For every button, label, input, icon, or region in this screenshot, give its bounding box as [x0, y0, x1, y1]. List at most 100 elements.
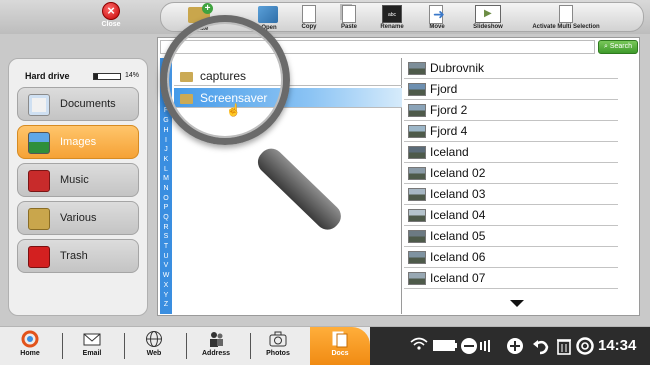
- hand-cursor-icon: ☝: [226, 103, 241, 117]
- file-name: Iceland 02: [430, 166, 486, 180]
- sidebar-item-documents[interactable]: Documents: [17, 87, 139, 121]
- file-item[interactable]: Iceland: [404, 142, 618, 163]
- images-icon: [28, 132, 50, 154]
- copy-button[interactable]: Copy: [289, 4, 329, 32]
- file-name: Fjord 2: [430, 103, 468, 117]
- alphabet-letter[interactable]: S: [160, 232, 172, 242]
- file-name: Dubrovnik: [430, 61, 485, 75]
- trash-tray-icon[interactable]: [556, 337, 572, 360]
- nav-address[interactable]: Address: [196, 330, 236, 364]
- alphabet-letter[interactable]: M: [160, 174, 172, 184]
- top-bar: × Close Create Open Copy Paste abc Renam…: [0, 0, 650, 34]
- move-icon: [427, 5, 447, 24]
- multi-selection-button[interactable]: Activate Multi Selection: [521, 4, 611, 32]
- alphabet-letter[interactable]: J: [160, 145, 172, 155]
- image-thumbnail: [408, 209, 426, 222]
- image-thumbnail: [408, 230, 426, 243]
- help-lifebuoy-icon[interactable]: [576, 337, 594, 360]
- music-icon: [28, 170, 50, 192]
- alphabet-letter[interactable]: L: [160, 165, 172, 175]
- file-item[interactable]: Iceland 06: [404, 247, 618, 268]
- file-item[interactable]: Iceland 07: [404, 268, 618, 289]
- wifi-icon[interactable]: [410, 337, 428, 356]
- rename-button[interactable]: abc Rename: [371, 4, 413, 32]
- image-thumbnail: [408, 104, 426, 117]
- scroll-down-arrow-icon[interactable]: [510, 300, 524, 307]
- file-item[interactable]: Iceland 02: [404, 163, 618, 184]
- file-item[interactable]: Iceland 03: [404, 184, 618, 205]
- volume-up-icon[interactable]: [506, 337, 524, 360]
- file-name: Fjord: [430, 82, 458, 96]
- bottom-nav-bar: Home Email Web Address Photos Docs 14:34: [0, 326, 650, 365]
- hard-drive-usage-fill: [94, 74, 98, 79]
- sidebar-item-various[interactable]: Various: [17, 201, 139, 235]
- image-thumbnail: [408, 125, 426, 138]
- sidebar-item-trash[interactable]: Trash: [17, 239, 139, 273]
- rename-icon: abc: [382, 5, 402, 23]
- magnifier-icon: [160, 15, 290, 145]
- alphabet-letter[interactable]: X: [160, 281, 172, 291]
- image-thumbnail: [408, 188, 426, 201]
- alphabet-letter[interactable]: Q: [160, 213, 172, 223]
- alphabet-letter[interactable]: W: [160, 271, 172, 281]
- move-button[interactable]: Move: [417, 4, 457, 32]
- image-thumbnail: [408, 146, 426, 159]
- close-button[interactable]: × Close: [96, 2, 126, 32]
- volume-down-icon[interactable]: [460, 337, 478, 360]
- multi-selection-icon: [559, 5, 573, 23]
- file-item[interactable]: Dubrovnik: [404, 58, 618, 79]
- status-tray: 14:34: [370, 327, 650, 365]
- nav-home[interactable]: Home: [12, 330, 48, 364]
- alphabet-letter[interactable]: R: [160, 223, 172, 233]
- paste-button[interactable]: Paste: [329, 4, 369, 32]
- alphabet-letter[interactable]: U: [160, 252, 172, 262]
- volume-bar[interactable]: [480, 337, 502, 360]
- alphabet-letter[interactable]: Z: [160, 300, 172, 310]
- file-item[interactable]: Fjord: [404, 79, 618, 100]
- file-name: Iceland 03: [430, 187, 486, 201]
- file-name: Iceland 07: [430, 271, 486, 285]
- close-icon: ×: [102, 2, 120, 20]
- nav-photos[interactable]: Photos: [260, 330, 296, 364]
- file-item[interactable]: Iceland 04: [404, 205, 618, 226]
- nav-docs[interactable]: Docs: [310, 327, 370, 365]
- sidebar: Hard drive 14% Documents Images Music Va…: [8, 58, 148, 316]
- hard-drive-usage-bar: [93, 73, 121, 80]
- file-name: Iceland 06: [430, 250, 486, 264]
- image-file-list: Dubrovnik Fjord Fjord 2 Fjord 4 Iceland Icela…: [404, 58, 618, 314]
- file-item[interactable]: Fjord 4: [404, 121, 618, 142]
- nav-web[interactable]: Web: [136, 330, 172, 364]
- alphabet-letter[interactable]: G: [160, 116, 172, 126]
- image-thumbnail: [408, 272, 426, 285]
- file-item[interactable]: Fjord 2: [404, 100, 618, 121]
- hard-drive-status: Hard drive 14%: [25, 71, 143, 83]
- sidebar-item-music[interactable]: Music: [17, 163, 139, 197]
- search-button[interactable]: ⌕ Search: [598, 40, 638, 54]
- alphabet-letter[interactable]: K: [160, 155, 172, 165]
- image-thumbnail: [408, 62, 426, 75]
- trash-icon: [28, 246, 50, 268]
- alphabet-letter[interactable]: V: [160, 261, 172, 271]
- nav-email[interactable]: Email: [74, 330, 110, 364]
- undo-icon[interactable]: [532, 337, 550, 360]
- alphabet-letter[interactable]: N: [160, 184, 172, 194]
- copy-icon: [302, 5, 316, 23]
- sidebar-item-images[interactable]: Images: [17, 125, 139, 159]
- docs-icon: [330, 330, 350, 348]
- open-icon: [258, 6, 278, 23]
- documents-icon: [28, 94, 50, 116]
- slideshow-button[interactable]: Slideshow: [463, 4, 513, 32]
- web-globe-icon: [144, 330, 164, 348]
- file-name: Iceland 04: [430, 208, 486, 222]
- close-label: Close: [101, 21, 121, 28]
- slideshow-icon: [475, 5, 501, 23]
- alphabet-letter[interactable]: I: [160, 136, 172, 146]
- home-icon: [20, 330, 40, 348]
- clock: 14:34: [598, 337, 637, 354]
- alphabet-letter[interactable]: H: [160, 126, 172, 136]
- file-item[interactable]: Iceland 05: [404, 226, 618, 247]
- alphabet-letter[interactable]: P: [160, 203, 172, 213]
- alphabet-letter[interactable]: T: [160, 242, 172, 252]
- alphabet-letter[interactable]: Y: [160, 291, 172, 301]
- alphabet-letter[interactable]: O: [160, 194, 172, 204]
